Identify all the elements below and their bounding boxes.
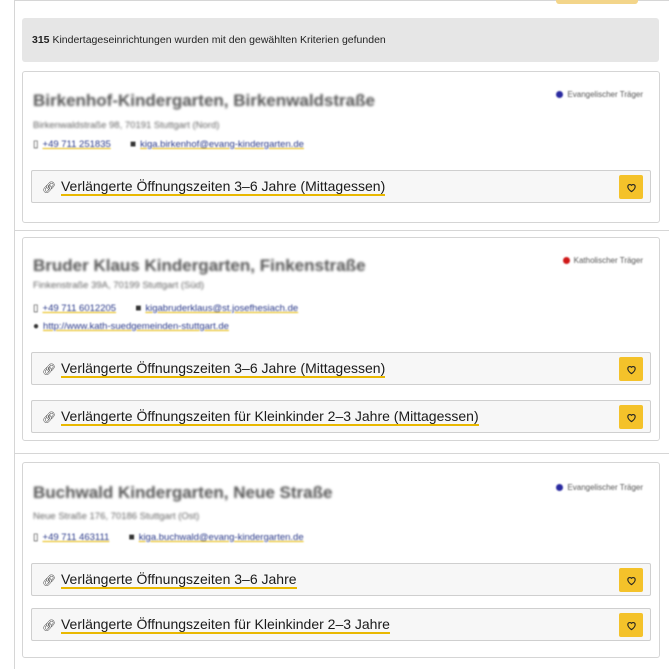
provider-label: Evangelischer Träger <box>567 90 643 99</box>
heart-icon <box>626 183 636 192</box>
results-summary: 315 Kindertageseinrichtungen wurden mit … <box>22 18 659 62</box>
provider-dot-icon <box>556 91 564 98</box>
email-link[interactable]: kiga.buchwald@evang-kindergarten.de <box>139 532 304 543</box>
link-icon: 🔗︎ <box>42 412 56 424</box>
facility-card: Birkenhof-Kindergarten, Birkenwaldstraße… <box>22 71 660 223</box>
link-icon: 🔗︎ <box>42 182 56 194</box>
offer-link[interactable]: 🔗︎ Verlängerte Öffnungszeiten 3–6 Jahre <box>42 571 297 589</box>
offer-row: 🔗︎ Verlängerte Öffnungszeiten 3–6 Jahre <box>31 563 651 596</box>
offer-link[interactable]: 🔗︎ Verlängerte Öffnungszeiten für Kleinki… <box>42 616 390 634</box>
offer-label: Verlängerte Öffnungszeiten 3–6 Jahre <box>60 571 297 589</box>
facility-title[interactable]: Buchwald Kindergarten, Neue Straße <box>33 483 332 503</box>
heart-icon <box>626 621 636 630</box>
offer-row: 🔗︎ Verlängerte Öffnungszeiten 3–6 Jahre (… <box>31 352 651 385</box>
favorite-button[interactable] <box>619 568 643 592</box>
provider-dot-icon <box>556 484 564 491</box>
provider-dot-icon <box>562 257 570 264</box>
globe-icon: ● <box>33 321 40 332</box>
facility-title[interactable]: Birkenhof-Kindergarten, Birkenwaldstraße <box>33 91 375 111</box>
favorite-button[interactable] <box>619 357 643 381</box>
link-icon: 🔗︎ <box>42 364 56 376</box>
phone-icon: ▯ <box>33 532 39 543</box>
offer-label: Verlängerte Öffnungszeiten für Kleinkind… <box>60 616 390 634</box>
facility-title[interactable]: Bruder Klaus Kindergarten, Finkenstraße <box>33 256 366 276</box>
heart-icon <box>626 413 636 422</box>
offer-link[interactable]: 🔗︎ Verlängerte Öffnungszeiten 3–6 Jahre (… <box>42 178 386 196</box>
mail-icon: ■ <box>130 139 137 150</box>
favorite-button[interactable] <box>619 175 643 199</box>
facility-address: Birkenwaldstraße 98, 70191 Stuttgart (No… <box>33 120 220 131</box>
provider-label: Katholischer Träger <box>573 256 643 265</box>
link-icon: 🔗︎ <box>42 620 56 632</box>
heart-icon <box>626 576 636 585</box>
contact-line: ▯ +49 711 463111 ■ kiga.buchwald@evang-kin… <box>33 532 304 543</box>
section-divider <box>14 453 669 454</box>
offer-label: Verlängerte Öffnungszeiten 3–6 Jahre (Mi… <box>60 360 386 378</box>
provider-badge: Evangelischer Träger <box>556 90 643 99</box>
provider-badge: Katholischer Träger <box>562 256 643 265</box>
results-text: Kindertageseinrichtungen wurden mit den … <box>52 34 386 46</box>
facility-card: Buchwald Kindergarten, Neue Straße Evang… <box>22 462 660 658</box>
section-divider <box>14 230 669 231</box>
top-tab-fragment <box>556 0 638 4</box>
contact-line: ▯ +49 711 6012205 ■ kigabruderklaus@st.jos… <box>33 303 298 314</box>
contact-line: ▯ +49 711 251835 ■ kiga.birkenhof@evang-ki… <box>33 139 304 150</box>
offer-link[interactable]: 🔗︎ Verlängerte Öffnungszeiten 3–6 Jahre (… <box>42 360 386 378</box>
offer-label: Verlängerte Öffnungszeiten für Kleinkind… <box>60 408 479 426</box>
heart-icon <box>626 365 636 374</box>
provider-label: Evangelischer Träger <box>567 483 643 492</box>
facility-card: Bruder Klaus Kindergarten, Finkenstraße … <box>22 237 660 441</box>
mail-icon: ■ <box>128 532 135 543</box>
phone-icon: ▯ <box>33 139 39 150</box>
website-link[interactable]: http://www.kath-suedgemeinden-stuttgart.… <box>43 321 229 332</box>
offer-link[interactable]: 🔗︎ Verlängerte Öffnungszeiten für Kleinki… <box>42 408 479 426</box>
email-link[interactable]: kiga.birkenhof@evang-kindergarten.de <box>140 139 304 150</box>
email-link[interactable]: kigabruderklaus@st.josefhesiach.de <box>145 303 298 314</box>
link-icon: 🔗︎ <box>42 575 56 587</box>
results-count: 315 <box>32 34 50 46</box>
provider-badge: Evangelischer Träger <box>556 483 643 492</box>
facility-address: Finkenstraße 39A, 70199 Stuttgart (Süd) <box>33 280 205 291</box>
facility-address: Neue Straße 176, 70186 Stuttgart (Ost) <box>33 511 200 522</box>
offer-row: 🔗︎ Verlängerte Öffnungszeiten für Kleinki… <box>31 608 651 641</box>
favorite-button[interactable] <box>619 405 643 429</box>
phone-link[interactable]: +49 711 251835 <box>43 139 111 150</box>
offer-label: Verlängerte Öffnungszeiten 3–6 Jahre (Mi… <box>60 178 386 196</box>
phone-link[interactable]: +49 711 6012205 <box>43 303 117 314</box>
web-line: ● http://www.kath-suedgemeinden-stuttgart… <box>33 321 229 332</box>
offer-row: 🔗︎ Verlängerte Öffnungszeiten für Kleinki… <box>31 400 651 433</box>
favorite-button[interactable] <box>619 613 643 637</box>
mail-icon: ■ <box>135 303 142 314</box>
offer-row: 🔗︎ Verlängerte Öffnungszeiten 3–6 Jahre (… <box>31 170 651 203</box>
phone-icon: ▯ <box>33 303 39 314</box>
phone-link[interactable]: +49 711 463111 <box>43 532 110 543</box>
